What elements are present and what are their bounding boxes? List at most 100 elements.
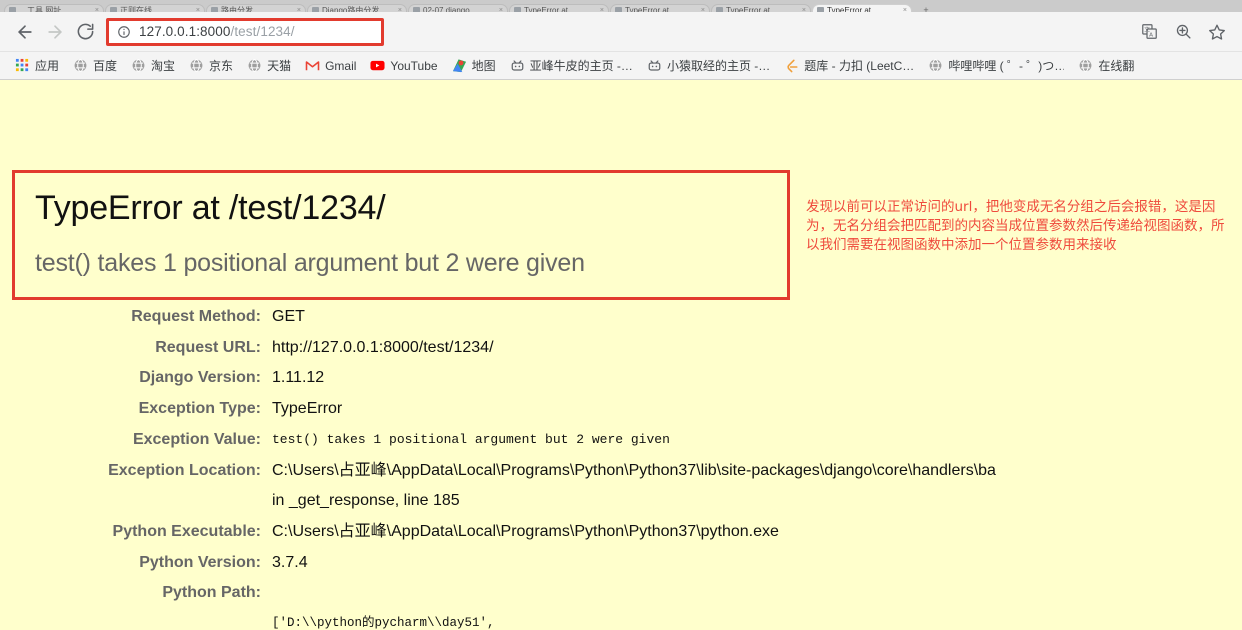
close-icon[interactable]: ×	[499, 7, 503, 12]
row-label: Exception Location:	[108, 461, 261, 479]
bookmark-tmall[interactable]: 天猫	[240, 55, 298, 76]
browser-tab[interactable]: TypeError at… ×	[610, 4, 710, 12]
zoom-icon[interactable]	[1168, 17, 1198, 47]
browser-tab[interactable]: …工具 网址… ×	[4, 4, 104, 12]
error-summary-box: TypeError at /test/1234/ test() takes 1 …	[12, 170, 790, 300]
page-title: TypeError at /test/1234/	[35, 189, 386, 227]
youtube-icon	[370, 58, 385, 73]
bookmark-star-icon[interactable]	[1202, 17, 1232, 47]
table-row: Django Version: 1.11.12	[0, 363, 1242, 394]
browser-tab[interactable]: TypeError at… ×	[711, 4, 811, 12]
bookmark-jd[interactable]: 京东	[182, 55, 240, 76]
tab-title: TypeError at…	[726, 6, 779, 12]
row-value: 3.7.4	[272, 553, 308, 571]
bookmark-label: 百度	[93, 59, 118, 73]
browser-tab[interactable]: Django路由分发 ×	[307, 4, 407, 12]
close-icon[interactable]: ×	[701, 7, 705, 12]
tab-title: TypeError at…	[625, 6, 678, 12]
row-value-line1: C:\Users\占亚峰\AppData\Local\Programs\Pyth…	[272, 461, 996, 479]
table-row: Request Method: GET	[0, 302, 1242, 333]
url-host: 127.0.0.1:8000	[139, 24, 231, 39]
python-path-entry: ['D:\\python的pycharm\\day51',	[272, 616, 495, 629]
bookmark-label: 亚峰牛皮的主页 -…	[529, 59, 633, 73]
bookmark-label: 哔哩哔哩 ( ゜- ゜)つ…	[948, 59, 1065, 73]
row-value: http://127.0.0.1:8000/test/1234/	[272, 338, 494, 356]
python-path-list: ['D:\\python的pycharm\\day51', 'D:\\pytho…	[272, 578, 1242, 629]
table-row-python-path: Python Path: ['D:\\python的pycharm\\day51…	[0, 578, 1242, 629]
browser-tab[interactable]: 路由分发 … ×	[206, 4, 306, 12]
tab-title: 正则在线 …	[120, 6, 163, 12]
bookmark-youtube[interactable]: YouTube	[363, 56, 444, 75]
bookmark-taobao[interactable]: 淘宝	[124, 55, 182, 76]
close-icon[interactable]: ×	[297, 7, 301, 12]
table-row: Request URL: http://127.0.0.1:8000/test/…	[0, 333, 1242, 364]
table-row: Python Version: 3.7.4	[0, 548, 1242, 579]
forward-button[interactable]	[40, 17, 70, 47]
info-circle-icon[interactable]	[117, 25, 131, 39]
maps-pin-icon	[452, 58, 467, 73]
tab-title: Django路由分发	[322, 6, 380, 12]
bookmark-gmail[interactable]: Gmail	[298, 56, 363, 75]
row-value: 1.11.12	[272, 369, 325, 387]
tab-title: 02-07 django…	[423, 6, 478, 12]
browser-tab-active[interactable]: TypeError at… ×	[812, 4, 912, 12]
address-bar[interactable]: 127.0.0.1:8000/test/1234/	[106, 17, 1128, 46]
bookmark-bilibili[interactable]: 哔哩哔哩 ( ゜- ゜)つ…	[921, 55, 1071, 76]
annotation-note: 发现以前可以正常访问的url，把他变成无名分组之后会报错，这是因为，无名分组会把…	[806, 199, 1225, 253]
bookmark-maps[interactable]: 地图	[445, 55, 503, 76]
row-value: TypeError	[272, 400, 343, 418]
new-tab-button[interactable]: +	[913, 4, 939, 12]
browser-tab[interactable]: 正则在线 … ×	[105, 4, 205, 12]
close-icon[interactable]: ×	[196, 7, 200, 12]
bookmark-xiaoyuan-homepage[interactable]: 小猿取经的主页 -…	[640, 55, 777, 76]
bookmark-label: 小猿取经的主页 -…	[666, 59, 771, 73]
row-label: Python Version:	[139, 553, 261, 571]
page-favicon	[211, 7, 218, 12]
error-subtitle: test() takes 1 positional argument but 2…	[35, 248, 585, 277]
bookmark-leetcode[interactable]: 题库 - 力扣 (LeetC…	[777, 55, 921, 76]
globe-icon	[928, 58, 943, 73]
globe-icon	[247, 58, 262, 73]
shield-favicon	[716, 7, 723, 12]
bookmark-label: 题库 - 力扣 (LeetC…	[804, 59, 915, 73]
translate-icon[interactable]: 文A	[1134, 17, 1164, 47]
bookmark-label: 在线翻	[1098, 59, 1135, 73]
row-label: Python Path:	[162, 584, 261, 602]
browser-toolbar: 127.0.0.1:8000/test/1234/ 文A	[0, 12, 1242, 52]
reload-button[interactable]	[70, 17, 100, 47]
page-favicon	[413, 7, 420, 12]
url-text[interactable]: 127.0.0.1:8000/test/1234/	[139, 24, 295, 39]
tab-title: …工具 网址…	[19, 6, 70, 12]
bookmark-online-translate[interactable]: 在线翻	[1071, 55, 1141, 76]
address-bar-highlight[interactable]: 127.0.0.1:8000/test/1234/	[106, 17, 384, 46]
bookmark-apps[interactable]: 应用	[8, 55, 66, 76]
globe-icon	[131, 58, 146, 73]
row-label: Request Method:	[131, 308, 261, 325]
table-row: Exception Value: test() takes 1 position…	[0, 425, 1242, 456]
tab-strip: …工具 网址… × 正则在线 … × 路由分发 … × Django路由分发 ×…	[0, 0, 1242, 12]
close-icon[interactable]: ×	[600, 7, 604, 12]
back-button[interactable]	[10, 17, 40, 47]
bookmark-baidu[interactable]: 百度	[66, 55, 124, 76]
browser-tab[interactable]: 02-07 django… ×	[408, 4, 508, 12]
close-icon[interactable]: ×	[903, 7, 907, 12]
apps-grid-icon	[15, 58, 30, 73]
shield-favicon	[514, 7, 521, 12]
close-icon[interactable]: ×	[398, 7, 402, 12]
globe-icon	[73, 58, 88, 73]
bookmark-yafeng-homepage[interactable]: 亚峰牛皮的主页 -…	[503, 55, 640, 76]
close-icon[interactable]: ×	[95, 7, 99, 12]
row-value-line2: in _get_response, line 185	[272, 492, 460, 510]
close-icon[interactable]: ×	[802, 7, 806, 12]
tab-title: TypeError at…	[827, 6, 880, 12]
row-value: C:\Users\占亚峰\AppData\Local\Programs\Pyth…	[272, 523, 779, 541]
tab-title: 路由分发 …	[221, 6, 264, 12]
bookmark-label: 京东	[209, 59, 234, 73]
shield-favicon	[615, 7, 622, 12]
bookmark-label: 天猫	[267, 59, 292, 73]
django-debug-page: TypeError at /test/1234/ test() takes 1 …	[0, 80, 1242, 629]
browser-tab[interactable]: TypeError at… ×	[509, 4, 609, 12]
row-value: test() takes 1 positional argument but 2…	[272, 431, 670, 447]
row-label: Python Executable:	[112, 523, 261, 541]
url-path: /test/1234/	[230, 24, 295, 39]
